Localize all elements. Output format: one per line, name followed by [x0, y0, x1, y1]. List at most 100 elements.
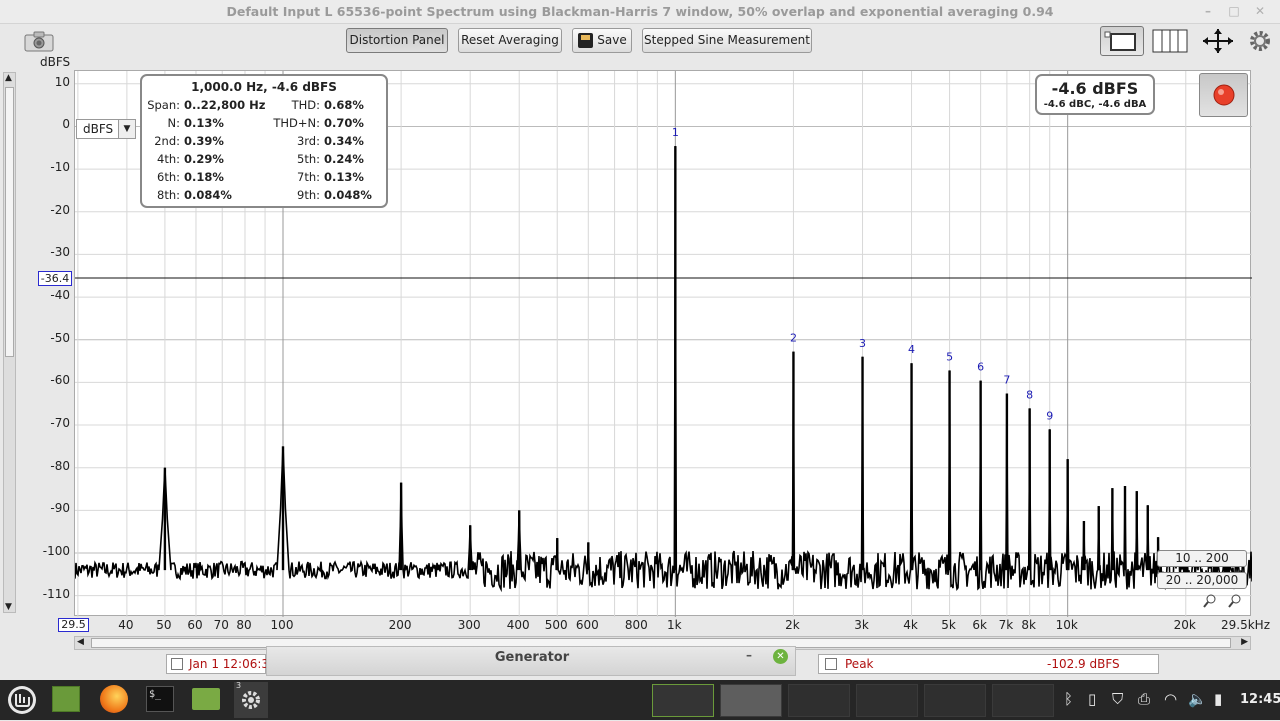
zoom-in-x-icon[interactable]: [1228, 594, 1242, 608]
terminal-icon[interactable]: $_: [146, 686, 174, 712]
x-min-label: 29.5: [58, 618, 89, 632]
distortion-value: 0.13%: [324, 170, 364, 184]
distortion-label: 9th:: [297, 188, 320, 202]
x-tick-label: 800: [624, 618, 648, 632]
scroll-right-arrow[interactable]: ▶: [1241, 637, 1248, 647]
menu-icon[interactable]: [6, 684, 38, 716]
y-tick-label: 0: [62, 117, 70, 132]
volume-icon[interactable]: 🔈: [1188, 690, 1207, 708]
distortion-header: 1,000.0 Hz, -4.6 dBFS: [191, 80, 337, 94]
y-tick-label: -30: [50, 245, 70, 260]
distortion-label: 2nd:: [154, 134, 180, 148]
workspace-3[interactable]: [788, 684, 850, 717]
vertical-scrollbar[interactable]: ▲ ▼: [3, 72, 16, 613]
save-button[interactable]: Save: [572, 28, 632, 53]
scroll-down-arrow[interactable]: ▼: [5, 602, 12, 612]
y-tick-label: -60: [50, 373, 70, 388]
y-tick-label: -70: [50, 416, 70, 431]
distortion-panel: 1,000.0 Hz, -4.6 dBFS Span: 0..22,800 Hz T…: [140, 74, 388, 208]
generator-minimize-button[interactable]: –: [746, 648, 752, 662]
level-display: -4.6 dBFS -4.6 dBC, -4.6 dBA: [1035, 74, 1155, 115]
reset-averaging-button[interactable]: Reset Averaging: [458, 28, 562, 53]
window-count-badge: 3: [236, 681, 242, 690]
distortion-label: THD:: [291, 98, 320, 112]
legend-entry-peak[interactable]: Peak -102.9 dBFS: [818, 654, 1159, 674]
battery-icon[interactable]: ▮: [1214, 690, 1222, 708]
columns-icon[interactable]: [1152, 29, 1188, 53]
distortion-value: 0.68%: [324, 98, 364, 112]
x-tick-label: 10k: [1055, 618, 1078, 632]
y-range-box[interactable]: 10 .. 200: [1157, 550, 1247, 567]
x-tick-label: 2k: [785, 618, 800, 632]
y-unit-label: dBFS: [40, 55, 71, 69]
x-tick-label: 80: [236, 618, 252, 632]
workspace-1[interactable]: [652, 684, 714, 717]
y-tick-label: -110: [42, 586, 70, 601]
generator-close-icon[interactable]: ✕: [773, 649, 788, 664]
zoom-out-x-icon[interactable]: [1203, 594, 1217, 608]
distortion-value: 0.24%: [324, 152, 364, 166]
scrollbar-thumb[interactable]: [5, 87, 14, 357]
files-icon[interactable]: [192, 688, 220, 710]
x-tick-label: 50: [156, 618, 172, 632]
legend-entry-left[interactable]: Jan 1 12:06:3: [166, 654, 269, 674]
harmonic-label: 2: [790, 332, 797, 345]
workspace-6[interactable]: [992, 684, 1054, 717]
y-tick-label: 10: [54, 74, 70, 89]
x-tick-label: 1k: [667, 618, 682, 632]
record-button[interactable]: [1199, 73, 1248, 117]
spectrum-trace: [75, 146, 1252, 593]
harmonic-label: 4: [908, 343, 915, 356]
wifi-icon[interactable]: ◠: [1164, 690, 1177, 708]
distortion-panel-button[interactable]: Distortion Panel: [346, 28, 448, 53]
overlays-icon[interactable]: [1100, 26, 1144, 56]
camera-icon[interactable]: [24, 30, 54, 52]
x-tick-label: 7k: [998, 618, 1014, 632]
scroll-up-arrow[interactable]: ▲: [5, 73, 12, 83]
minimize-button[interactable]: –: [1196, 0, 1220, 24]
show-desktop-icon[interactable]: [52, 686, 80, 712]
pan-arrows-icon[interactable]: [1200, 27, 1236, 55]
distortion-label: 8th:: [157, 188, 180, 202]
window-title: Default Input L 65536-point Spectrum usi…: [226, 4, 1054, 19]
firefox-icon[interactable]: [100, 685, 128, 713]
x-tick-label: 3k: [854, 618, 869, 632]
maximize-button[interactable]: □: [1222, 0, 1246, 24]
workspace-2[interactable]: [720, 684, 782, 717]
peak-checkbox[interactable]: [825, 658, 837, 670]
generator-panel-header[interactable]: Generator – ✕: [266, 646, 796, 676]
workspace-5[interactable]: [924, 684, 986, 717]
harmonic-label: 3: [859, 337, 866, 350]
clipboard-icon[interactable]: ▯: [1088, 690, 1096, 708]
distortion-label: 3rd:: [296, 134, 320, 148]
x-tick-label: 8k: [1021, 618, 1036, 632]
level-main: -4.6 dBFS: [1051, 79, 1139, 98]
y-tick-label: -10: [50, 160, 70, 175]
peak-label: Peak: [845, 657, 874, 671]
distortion-label: N:: [167, 116, 180, 130]
shield-icon[interactable]: ⛉: [1112, 690, 1123, 708]
distortion-value: 0.048%: [324, 188, 372, 202]
legend-checkbox[interactable]: [171, 658, 183, 670]
workspace-4[interactable]: [856, 684, 918, 717]
x-tick-label: 5k: [941, 618, 956, 632]
bluetooth-icon[interactable]: ᛒ: [1064, 690, 1073, 708]
harmonic-label: 6: [977, 361, 984, 374]
close-button[interactable]: ✕: [1248, 0, 1272, 24]
x-tick-label: 60: [187, 618, 203, 632]
printer-icon[interactable]: ⎙: [1138, 690, 1150, 708]
x-range-box[interactable]: 20 .. 20,000: [1157, 572, 1247, 589]
x-tick-label: 400: [506, 618, 530, 632]
peak-value: -102.9 dBFS: [1047, 657, 1120, 671]
y-tick-label: -100: [42, 544, 70, 559]
save-icon: [578, 33, 593, 48]
x-tick-label: 6k: [972, 618, 987, 632]
generator-title: Generator: [494, 650, 570, 665]
clock[interactable]: 12:45: [1240, 692, 1280, 707]
distortion-label: 7th:: [297, 170, 320, 184]
scroll-left-arrow[interactable]: ◀: [77, 637, 84, 647]
gear-icon[interactable]: [1248, 29, 1272, 53]
harmonic-label: 9: [1046, 409, 1053, 422]
stepped-sine-button[interactable]: Stepped Sine Measurement: [642, 28, 812, 53]
save-label: Save: [597, 33, 627, 47]
